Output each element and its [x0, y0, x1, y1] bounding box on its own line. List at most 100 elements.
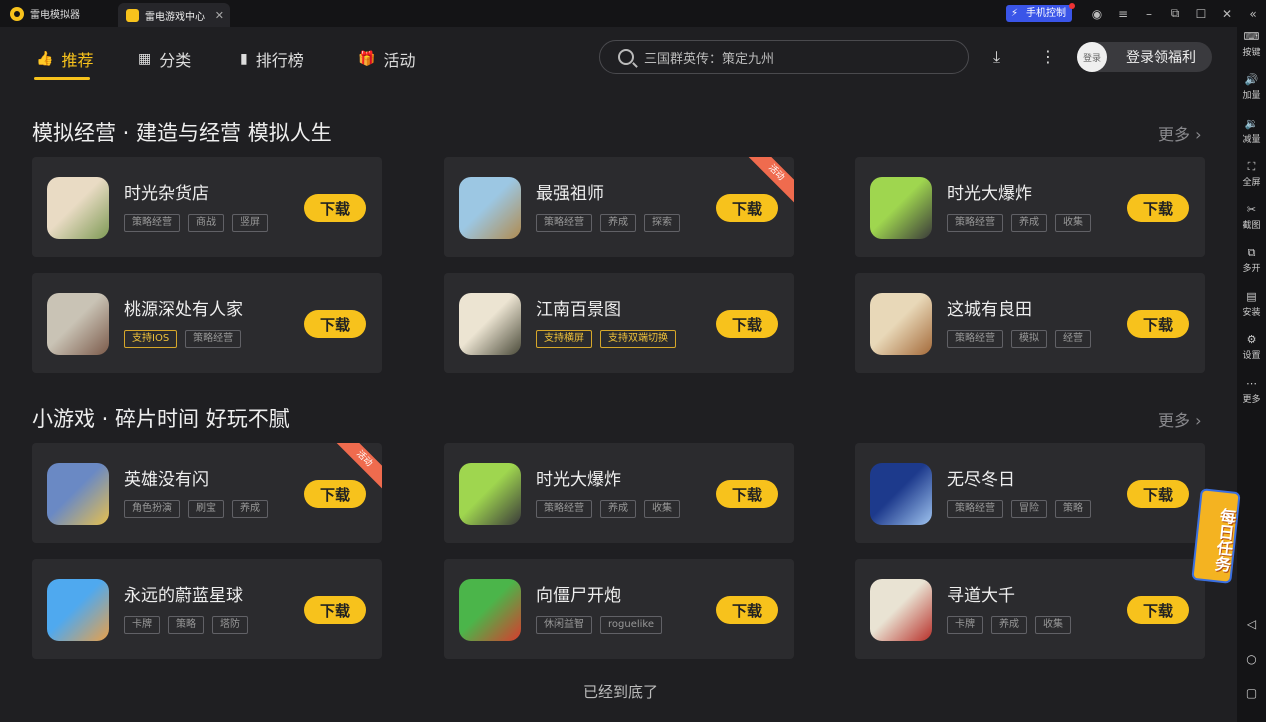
game-name[interactable]: 时光杂货店 [124, 179, 209, 204]
sidebar-button-more[interactable]: ⋯ 更多 [1237, 377, 1266, 405]
minimize-icon[interactable]: – [1136, 7, 1162, 21]
download-button[interactable]: 下载 [716, 194, 778, 222]
game-icon[interactable] [47, 177, 109, 239]
maximize-icon[interactable]: ☐ [1188, 7, 1214, 21]
sidebar-button-fullscreen[interactable]: ⛶ 全屏 [1237, 160, 1266, 188]
account-icon[interactable]: ◉ [1084, 7, 1110, 21]
download-button[interactable]: 下载 [1127, 310, 1189, 338]
search-icon [618, 49, 634, 65]
game-tag: 养成 [600, 214, 636, 232]
nav-tab-label: 排行榜 [255, 51, 304, 70]
game-name[interactable]: 无尽冬日 [947, 465, 1015, 490]
download-button[interactable]: 下载 [1127, 480, 1189, 508]
game-card[interactable]: 时光杂货店 策略经营 商战 竖屏 下载 [32, 157, 382, 257]
login-rewards-button[interactable]: 登录 登录领福利 [1077, 42, 1212, 72]
game-tag: 商战 [188, 214, 224, 232]
nav-tab-category[interactable]: ▦ 分类 [138, 47, 191, 71]
game-card[interactable]: 向僵尸开炮休闲益智 roguelike 下载 [444, 559, 794, 659]
download-button[interactable]: 下载 [304, 596, 366, 624]
game-icon[interactable] [870, 463, 932, 525]
game-name[interactable]: 英雄没有闪 [124, 465, 209, 490]
collapse-sidebar-icon[interactable]: « [1240, 7, 1266, 21]
avatar: 登录 [1077, 42, 1107, 72]
game-card[interactable]: 永远的蔚蓝星球 卡牌 策略 塔防 下载 [32, 559, 382, 659]
game-icon[interactable] [47, 463, 109, 525]
game-card[interactable]: 时光大爆炸 策略经营 养成 收集 下载 [444, 443, 794, 543]
download-button[interactable]: 下载 [716, 480, 778, 508]
game-icon[interactable] [459, 463, 521, 525]
download-manager-icon[interactable]: ⤓ [993, 47, 1000, 67]
sidebar-button-volume-up[interactable]: 🔊 加量 [1237, 73, 1266, 101]
bar-chart-icon: ▮ [240, 51, 248, 67]
sidebar-button-keyboard[interactable]: ⌨ 按键 [1237, 30, 1266, 58]
game-card[interactable]: 最强祖师 策略经营 养成 探索 下载 活动 [444, 157, 794, 257]
game-name[interactable]: 桃源深处有人家 [124, 295, 243, 320]
game-icon[interactable] [47, 293, 109, 355]
game-tag: roguelike [600, 616, 662, 634]
download-button[interactable]: 下载 [1127, 596, 1189, 624]
sidebar-button-volume-down[interactable]: 🔉 减量 [1237, 117, 1266, 145]
game-tag: 收集 [1035, 616, 1071, 634]
game-icon[interactable] [870, 177, 932, 239]
login-rewards-label: 登录领福利 [1126, 50, 1196, 66]
game-card[interactable]: 无尽冬日 策略经营 冒险 策略 下载 [855, 443, 1205, 543]
download-button[interactable]: 下载 [716, 310, 778, 338]
back-icon[interactable]: ◁ [1237, 617, 1266, 631]
game-icon[interactable] [870, 293, 932, 355]
more-link[interactable]: 更多 › [1158, 407, 1202, 431]
more-link[interactable]: 更多 › [1158, 121, 1202, 145]
game-icon[interactable] [47, 579, 109, 641]
game-card[interactable]: 英雄没有闪 角色扮演 刷宝 养成 下载 活动 [32, 443, 382, 543]
sidebar-button-multi-instance[interactable]: ⧉ 多开 [1237, 246, 1266, 274]
game-card[interactable]: 寻道大千 卡牌 养成 收集 下载 [855, 559, 1205, 659]
nav-tab-label: 活动 [383, 51, 416, 70]
phone-control-button[interactable]: 手机控制 [1006, 3, 1075, 22]
sidebar-button-gear[interactable]: ⚙ 设置 [1237, 333, 1266, 361]
nav-tab-ranking[interactable]: ▮ 排行榜 [240, 47, 304, 71]
game-name[interactable]: 向僵尸开炮 [536, 581, 621, 606]
nav-tab-events[interactable]: 🎁 活动 [358, 47, 415, 71]
game-card[interactable]: 桃源深处有人家 支持IOS 策略经营 下载 [32, 273, 382, 373]
game-icon[interactable] [870, 579, 932, 641]
home-icon[interactable]: ○ [1237, 652, 1266, 666]
game-card[interactable]: 这城有良田策略经营 模拟 经营 下载 [855, 273, 1205, 373]
game-tag: 休闲益智 [536, 616, 592, 634]
restore-icon[interactable]: ⧉ [1162, 6, 1188, 21]
game-card[interactable]: 时光大爆炸 策略经营 养成 收集 下载 [855, 157, 1205, 257]
game-card[interactable]: 江南百景图 支持横屏 支持双端切换 下载 [444, 273, 794, 373]
menu-icon[interactable]: ≡ [1110, 7, 1136, 21]
game-icon[interactable] [459, 177, 521, 239]
recents-icon[interactable]: ▢ [1237, 686, 1266, 700]
download-button[interactable]: 下载 [304, 480, 366, 508]
game-icon[interactable] [459, 579, 521, 641]
game-name[interactable]: 寻道大千 [947, 581, 1015, 606]
download-button[interactable]: 下载 [1127, 194, 1189, 222]
sidebar-button-install[interactable]: ▤ 安装 [1237, 290, 1266, 318]
search-input[interactable]: 三国群英传：策定九州 [599, 40, 969, 74]
gift-icon: 🎁 [358, 51, 376, 67]
sidebar-button-scissors[interactable]: ✂ 截图 [1237, 203, 1266, 231]
tab-game-center-label: 雷电游戏中心 [145, 11, 205, 23]
game-tags: 策略经营 模拟 经营 [947, 330, 1099, 348]
nav-tab-recommend[interactable]: 👍 推荐 [36, 47, 93, 71]
game-name[interactable]: 这城有良田 [947, 295, 1032, 320]
gear-icon: ⚙ [1246, 333, 1257, 346]
tab-emulator[interactable]: 雷电模拟器 [0, 0, 118, 27]
close-tab-icon[interactable]: ✕ [215, 9, 224, 22]
more-options-icon[interactable]: ⋮ [1040, 47, 1056, 66]
game-tag: 支持横屏 [536, 330, 592, 348]
download-button[interactable]: 下载 [304, 194, 366, 222]
game-tag: 支持IOS [124, 330, 178, 348]
download-button[interactable]: 下载 [716, 596, 778, 624]
game-name[interactable]: 时光大爆炸 [947, 179, 1032, 204]
game-name[interactable]: 最强祖师 [536, 179, 604, 204]
game-icon[interactable] [459, 293, 521, 355]
game-tag: 卡牌 [947, 616, 983, 634]
download-button[interactable]: 下载 [304, 310, 366, 338]
sidebar-button-label: 加量 [1242, 91, 1261, 101]
game-name[interactable]: 永远的蔚蓝星球 [124, 581, 243, 606]
game-name[interactable]: 时光大爆炸 [536, 465, 621, 490]
game-name[interactable]: 江南百景图 [536, 295, 621, 320]
tab-game-center[interactable]: 雷电游戏中心 ✕ [118, 3, 230, 27]
close-window-icon[interactable]: ✕ [1214, 7, 1240, 21]
